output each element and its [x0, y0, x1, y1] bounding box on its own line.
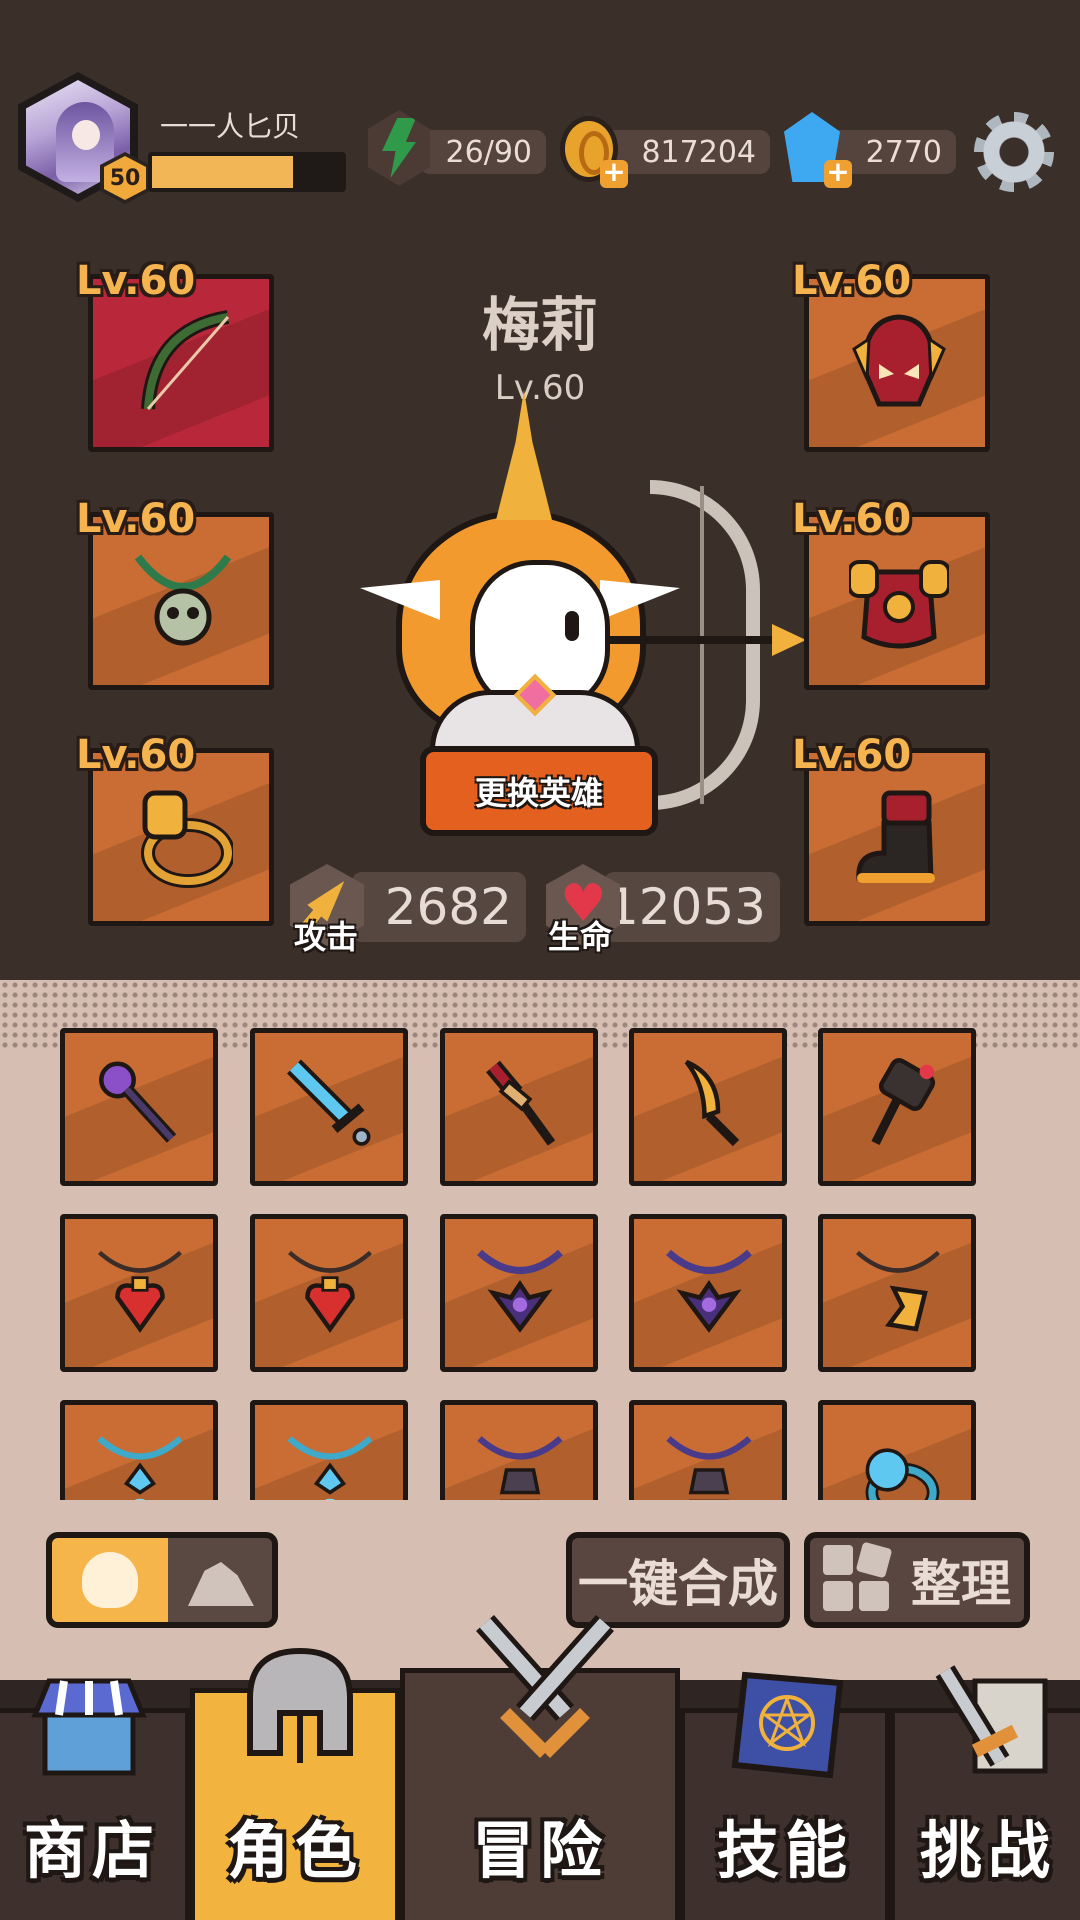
spellbook-icon — [731, 1671, 844, 1779]
hammer-icon — [871, 1058, 936, 1146]
tab-hero[interactable]: 角色 — [190, 1647, 400, 1920]
sword-scroll-icon — [935, 1665, 1048, 1774]
xp-fill — [152, 156, 293, 188]
inventory-slot[interactable] — [60, 1214, 218, 1372]
tab-challenge-label: 挑战 — [919, 1814, 1056, 1887]
helmet-icon — [247, 1647, 353, 1763]
purple-pendant-icon — [477, 1436, 563, 1500]
inventory-slot[interactable] — [818, 1400, 976, 1500]
helmet-level: Lv.60 — [792, 258, 912, 304]
sort-icon — [823, 1541, 893, 1615]
tab-adventure-label: 冒险 — [471, 1814, 608, 1887]
boots-level: Lv.60 — [792, 732, 912, 778]
inventory-grid[interactable] — [60, 1028, 1020, 1500]
dark-pendant-icon — [666, 1249, 752, 1333]
scimitar-icon — [684, 1059, 740, 1147]
inventory-slot[interactable] — [440, 1214, 598, 1372]
sword-icon — [286, 1059, 371, 1146]
inventory-slot[interactable] — [60, 1400, 218, 1500]
tab-shop-label: 商店 — [23, 1814, 160, 1887]
inventory-slot[interactable] — [250, 1214, 408, 1372]
skull-necklace-icon — [134, 554, 232, 646]
inventory-slot[interactable] — [629, 1400, 787, 1500]
ring-icon — [141, 790, 233, 888]
add-gems-button[interactable]: + — [824, 158, 852, 188]
hero-name: 梅莉 — [481, 291, 598, 359]
armor-level: Lv.60 — [792, 496, 912, 542]
inventory-slot[interactable] — [250, 1028, 408, 1186]
staff-icon — [99, 1061, 177, 1143]
hp-label: 生命 — [548, 918, 613, 956]
inventory-slot[interactable] — [818, 1028, 976, 1186]
weapon-level: Lv.60 — [76, 258, 196, 304]
attack-label: 攻击 — [294, 918, 359, 956]
purple-pendant-icon — [666, 1436, 752, 1500]
inventory-slot[interactable] — [818, 1214, 976, 1372]
energy-counter: 26/90 — [420, 130, 546, 174]
ring-level: Lv.60 — [76, 732, 196, 778]
swap-hero-button[interactable]: 更换英雄 — [420, 746, 658, 836]
hero-level: Lv.60 — [494, 368, 586, 408]
tab-adventure[interactable]: 冒险 — [400, 1615, 680, 1920]
blue-ring-icon — [865, 1448, 940, 1500]
tab-shop[interactable]: 商店 — [0, 1678, 190, 1920]
tab-challenge[interactable]: 挑战 — [890, 1665, 1080, 1920]
dark-pendant-icon — [477, 1249, 563, 1333]
helmet-icon — [852, 314, 946, 407]
view-toggle[interactable] — [46, 1532, 278, 1628]
material-filter-icon[interactable] — [168, 1538, 272, 1622]
crossed-swords-icon — [476, 1615, 614, 1758]
attack-value: 2682 — [352, 872, 526, 942]
heart-pendant-icon — [98, 1250, 182, 1333]
blue-pendant-icon — [97, 1436, 183, 1500]
inventory-slot[interactable] — [440, 1400, 598, 1500]
player-name: 一一人匕贝 — [160, 110, 301, 143]
inventory-slot[interactable] — [629, 1214, 787, 1372]
inventory-slot[interactable] — [629, 1028, 787, 1186]
add-coins-button[interactable]: + — [600, 158, 628, 188]
hp-value: 12053 — [604, 872, 780, 942]
settings-gear-icon[interactable] — [974, 112, 1054, 192]
shop-icon — [31, 1678, 147, 1776]
heart-pendant-icon — [288, 1250, 372, 1333]
armor-icon — [849, 560, 949, 649]
tab-skills-label: 技能 — [716, 1814, 853, 1887]
xp-bar — [148, 152, 346, 192]
tab-skills[interactable]: 技能 — [680, 1671, 890, 1920]
sort-button[interactable]: 整理 — [804, 1532, 1030, 1628]
bow-icon — [141, 310, 230, 410]
inventory-slot[interactable] — [60, 1028, 218, 1186]
blue-pendant-icon — [287, 1436, 373, 1500]
boots-icon — [856, 790, 935, 883]
hero-filter-icon[interactable] — [52, 1538, 168, 1622]
inventory-slot[interactable] — [440, 1028, 598, 1186]
inventory-slot[interactable] — [250, 1400, 408, 1500]
tab-hero-label: 角色 — [226, 1814, 363, 1887]
axe-pendant-icon — [856, 1250, 940, 1332]
necklace-level: Lv.60 — [76, 496, 196, 542]
dagger-icon — [486, 1060, 556, 1146]
